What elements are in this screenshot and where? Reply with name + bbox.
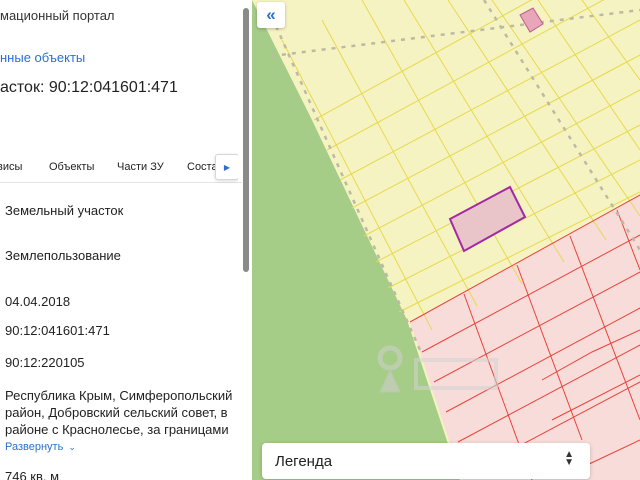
area-value: 746 кв. м [5,469,60,480]
address-value: Республика Крым, Симферопольский район, … [5,388,233,437]
cadastral-number-value: 90:12:041601:471 [5,323,110,338]
map-canvas [252,0,640,480]
tab-composition[interactable]: Соста [187,161,218,173]
collapse-panel-button[interactable]: « [257,2,285,28]
registration-date-value: 04.04.2018 [5,294,71,309]
tabs-scroll-right-button[interactable]: ▶ [215,154,239,180]
chevron-down-icon: ⌄ [68,442,76,452]
expand-label: Развернуть [5,441,64,453]
chevron-right-icon: ▶ [223,162,231,172]
tab-bar: висы Объекты Части ЗУ Соста ▶ [0,152,244,183]
tab-parcel-parts[interactable]: Части ЗУ [117,161,164,173]
updown-chevron-icon: ▲ ▼ [564,449,574,468]
cadastral-quarter-value: 90:12:220105 [5,355,85,370]
object-category-value: Землепользование [5,248,121,263]
legend-label: Легенда [275,453,333,470]
tab-services[interactable]: висы [0,161,22,173]
panel-scrollbar[interactable] [243,8,249,272]
legend-dropdown[interactable]: Легенда ▲ ▼ [262,443,590,479]
info-panel: мационный портал нные объекты асток: 90:… [0,0,252,480]
double-chevron-left-icon: « [266,4,276,24]
section-link[interactable]: нные объекты [0,50,85,65]
portal-title: мационный портал [0,8,115,23]
tab-objects[interactable]: Объекты [49,161,94,173]
page-title: асток: 90:12:041601:471 [0,79,178,96]
cadastral-map[interactable] [252,0,640,480]
object-type-value: Земельный участок [5,203,124,218]
expand-address-link[interactable]: Развернуть ⌄ [5,441,76,453]
